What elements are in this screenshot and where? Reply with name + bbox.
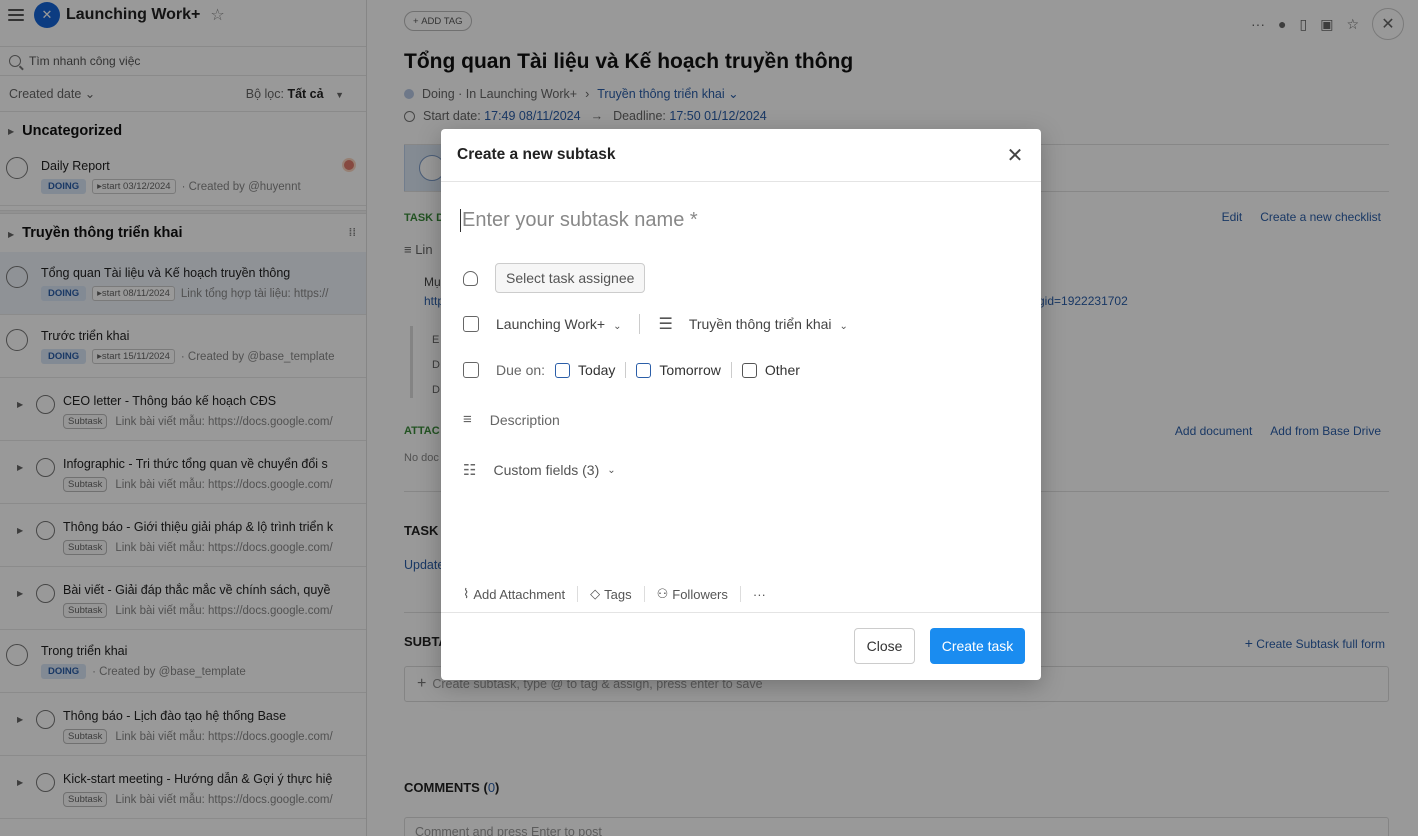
due-tomorrow-button[interactable]: Tomorrow bbox=[636, 362, 721, 378]
user-icon bbox=[463, 270, 478, 286]
due-row: Due on: Today Tomorrow Other bbox=[463, 362, 810, 378]
create-subtask-modal: Create a new subtask ✕ Enter your subtas… bbox=[441, 129, 1041, 680]
calendar-icon bbox=[741, 362, 757, 378]
sidebar-layout-icon bbox=[463, 316, 479, 332]
divider bbox=[625, 362, 627, 378]
create-task-button[interactable]: Create task bbox=[930, 628, 1025, 664]
tag-icon: ◇ bbox=[590, 586, 601, 601]
modal-header: Create a new subtask ✕ bbox=[441, 129, 1041, 182]
custom-fields-icon: ☷ bbox=[463, 462, 477, 479]
add-attachment-label: Add Attachment bbox=[473, 586, 566, 602]
divider bbox=[730, 362, 732, 378]
modal-title: Create a new subtask bbox=[457, 146, 616, 163]
followers-button[interactable]: ⚇ Followers bbox=[657, 586, 728, 602]
subtask-name-placeholder: Enter your subtask name * bbox=[462, 209, 698, 231]
select-assignee-button[interactable]: Select task assignee bbox=[495, 263, 646, 293]
chevron-down-icon: ⌄ bbox=[607, 464, 616, 476]
custom-fields-toggle[interactable]: Custom fields (3) bbox=[493, 462, 599, 478]
calendar-icon bbox=[636, 362, 652, 378]
divider bbox=[577, 586, 579, 602]
tags-label: Tags bbox=[604, 586, 632, 602]
calendar-icon bbox=[555, 362, 571, 378]
due-today-label: Today bbox=[578, 362, 616, 378]
more-options-button[interactable]: ··· bbox=[753, 587, 766, 602]
modal-tools: ⌇ Add Attachment ◇ Tags ⚇ Followers ··· bbox=[463, 586, 766, 602]
follower-icon: ⚇ bbox=[656, 586, 669, 601]
due-other-label: Other bbox=[764, 362, 800, 378]
due-tomorrow-label: Tomorrow bbox=[659, 362, 721, 378]
due-label: Due on: bbox=[496, 362, 546, 378]
modal-footer: Close Create task bbox=[441, 612, 1041, 680]
description-row[interactable]: ≡ Description bbox=[463, 411, 560, 428]
chevron-down-icon: ⌄ bbox=[613, 321, 622, 332]
lines-icon: ≡ bbox=[463, 411, 472, 428]
custom-fields-row[interactable]: ☷ Custom fields (3) ⌄ bbox=[463, 461, 616, 479]
close-button[interactable]: Close bbox=[854, 628, 915, 664]
assignee-row: Select task assignee bbox=[463, 263, 646, 293]
project-select[interactable]: Launching Work+ ⌄ bbox=[496, 316, 621, 332]
divider bbox=[739, 586, 741, 602]
calendar-check-icon bbox=[463, 362, 479, 378]
tags-button[interactable]: ◇ Tags bbox=[590, 586, 631, 602]
project-select-value: Launching Work+ bbox=[496, 316, 606, 332]
project-row: Launching Work+ ⌄ ☰ Truyền thông triển kh… bbox=[463, 314, 848, 334]
paperclip-icon: ⌇ bbox=[463, 586, 470, 601]
divider bbox=[643, 586, 645, 602]
divider bbox=[639, 314, 641, 334]
subtask-name-input[interactable]: Enter your subtask name * bbox=[460, 209, 698, 232]
list-select-value: Truyền thông triển khai bbox=[688, 316, 832, 332]
close-icon[interactable]: ✕ bbox=[1005, 143, 1025, 168]
add-attachment-button[interactable]: ⌇ Add Attachment bbox=[463, 586, 565, 602]
due-today-button[interactable]: Today bbox=[555, 362, 615, 378]
chevron-down-icon: ⌄ bbox=[839, 321, 848, 332]
list-tree-icon: ☰ bbox=[658, 316, 673, 333]
due-other-button[interactable]: Other bbox=[741, 362, 800, 378]
description-input[interactable]: Description bbox=[490, 412, 560, 428]
followers-label: Followers bbox=[672, 586, 728, 602]
list-select[interactable]: Truyền thông triển khai ⌄ bbox=[689, 316, 848, 332]
